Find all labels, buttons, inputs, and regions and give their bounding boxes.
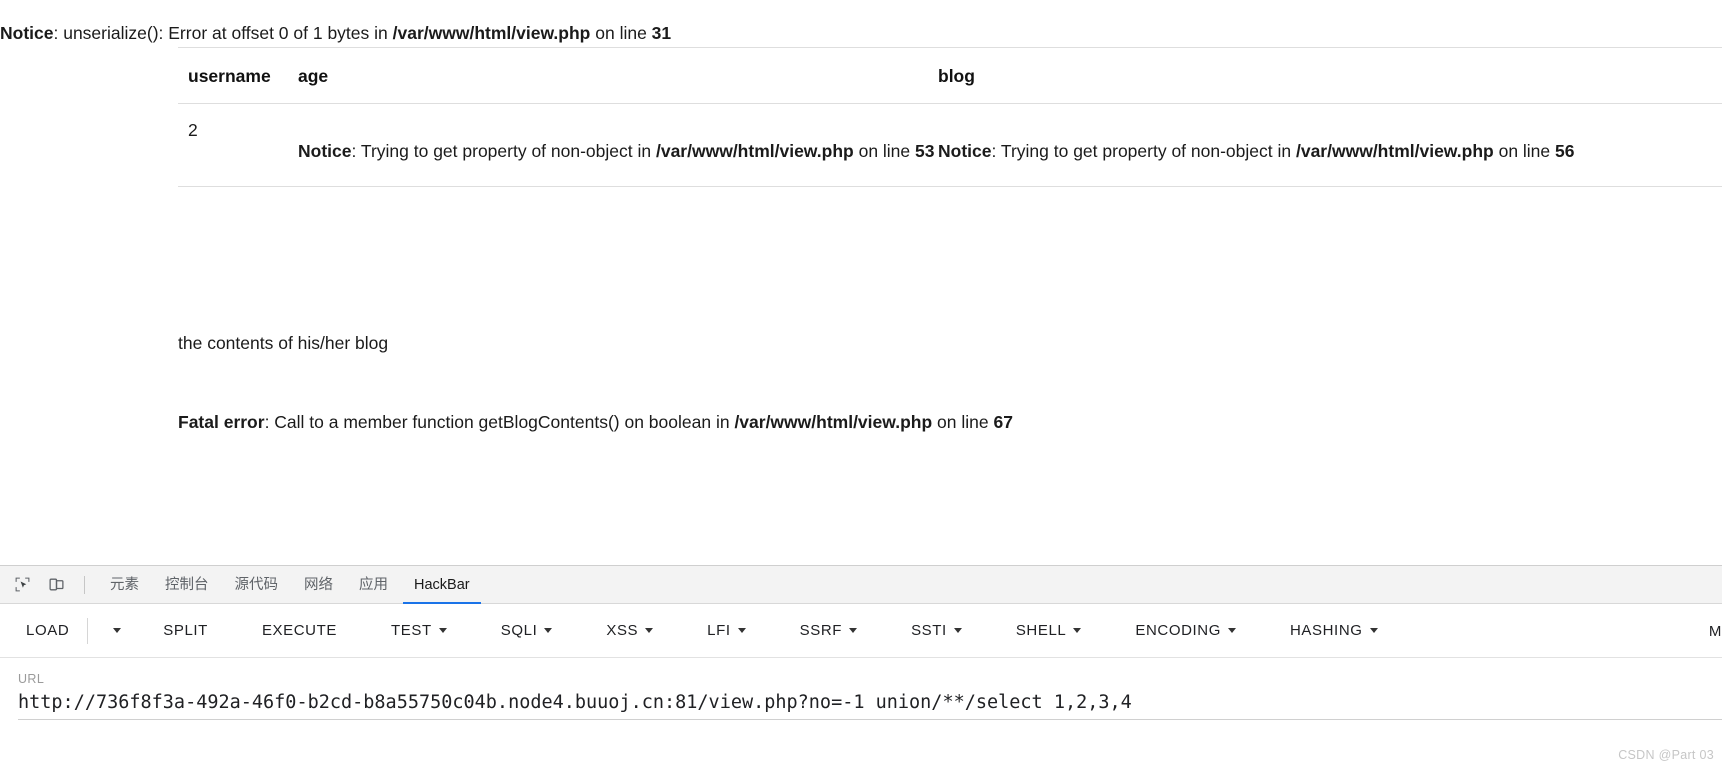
fatal-message: Call to a member function getBlogContent… (274, 412, 735, 432)
notice-line-number: 53 (915, 141, 935, 161)
hackbar-toolbar: LOAD SPLIT EXECUTE TEST SQLI XSS LFI SSR… (0, 604, 1722, 658)
hackbar-ssrf-label: SSRF (799, 622, 843, 639)
url-input[interactable] (18, 692, 1722, 720)
column-header-username: username (178, 47, 288, 104)
column-header-age: age (288, 47, 928, 104)
hackbar-ssrf-menu[interactable]: SSRF (796, 616, 861, 645)
notice-sep: : (351, 141, 361, 161)
cell-username: 2 (178, 103, 288, 187)
tab-application[interactable]: 应用 (346, 566, 401, 604)
column-header-blog: blog (928, 47, 1722, 104)
hackbar-load-button[interactable]: LOAD (22, 616, 73, 645)
tab-sources[interactable]: 源代码 (222, 566, 292, 604)
notice-sep: : (991, 141, 1001, 161)
chevron-down-icon (953, 628, 962, 633)
notice-label: Notice (298, 141, 352, 161)
hackbar-execute-button[interactable]: EXECUTE (258, 616, 341, 645)
device-toolbar-icon[interactable] (42, 571, 70, 599)
hackbar-split-button[interactable]: SPLIT (159, 616, 212, 645)
hackbar-load-dropdown[interactable] (102, 622, 125, 639)
chevron-down-icon (737, 628, 746, 633)
chevron-down-icon (1073, 628, 1082, 633)
fatal-line-number: 67 (993, 412, 1013, 432)
notice-file-path: /var/www/html/view.php (392, 23, 591, 43)
fatal-sep: : (264, 412, 275, 432)
chevron-down-icon (645, 628, 654, 633)
browser-page-content: Notice: unserialize(): Error at offset 0… (0, 0, 1722, 565)
devtools-tabbar: 元素 控制台 源代码 网络 应用 HackBar (0, 566, 1722, 604)
table-header-row: username age blog (178, 47, 1722, 104)
hackbar-encoding-menu[interactable]: ENCODING (1131, 616, 1240, 645)
blog-contents-text: the contents of his/her blog (178, 333, 389, 353)
hackbar-shell-menu[interactable]: SHELL (1012, 616, 1086, 645)
tab-console[interactable]: 控制台 (152, 566, 222, 604)
chevron-down-icon (1227, 628, 1236, 633)
chevron-down-icon (438, 628, 447, 633)
notice-file-path: /var/www/html/view.php (1295, 141, 1494, 161)
notice-message: Trying to get property of non-object in (1000, 141, 1296, 161)
php-notice-unserialize: Notice: unserialize(): Error at offset 0… (0, 22, 671, 46)
hackbar-hashing-label: HASHING (1289, 622, 1363, 639)
cell-age: Notice: Trying to get property of non-ob… (288, 103, 934, 187)
notice-online-text: on line (590, 23, 652, 43)
device-toolbar-glyph (48, 578, 64, 591)
hackbar-sqli-label: SQLI (500, 622, 538, 639)
notice-online-text: on line (853, 141, 916, 161)
fatal-file-path: /var/www/html/view.php (734, 412, 933, 432)
notice-file-path: /var/www/html/view.php (655, 141, 854, 161)
hackbar-ssti-label: SSTI (911, 622, 947, 639)
hackbar-url-zone: URL (0, 658, 1722, 720)
query-result-table: username age blog 2 Notice: Trying to ge… (178, 47, 1722, 187)
hackbar-shell-label: SHELL (1015, 622, 1067, 639)
php-fatal-error: Fatal error: Call to a member function g… (178, 411, 1013, 435)
hackbar-test-label: TEST (391, 622, 432, 639)
toolbar-divider (84, 575, 85, 594)
hackbar-hashing-menu[interactable]: HASHING (1286, 616, 1382, 645)
fatal-online-text: on line (932, 412, 994, 432)
chevron-down-icon (1369, 628, 1378, 633)
hackbar-sqli-menu[interactable]: SQLI (497, 616, 557, 645)
inspect-element-icon[interactable] (8, 571, 36, 599)
hackbar-lfi-label: LFI (707, 622, 731, 639)
notice-line-number: 31 (651, 23, 672, 43)
table-head: username age blog (178, 47, 1722, 104)
hackbar-lfi-menu[interactable]: LFI (703, 616, 749, 645)
watermark-text: CSDN @Part 03 (1618, 748, 1714, 762)
notice-label: Notice (938, 141, 992, 161)
hackbar-overflow-button[interactable]: M (1709, 604, 1722, 657)
tab-network[interactable]: 网络 (291, 566, 346, 604)
notice-message: Trying to get property of non-object in (360, 141, 656, 161)
notice-online-text: on line (1493, 141, 1556, 161)
notice-message: unserialize(): Error at offset 0 of 1 by… (63, 23, 393, 43)
devtools-panel: 元素 控制台 源代码 网络 应用 HackBar LOAD SPLIT EXEC… (0, 565, 1722, 765)
notice-line-number: 56 (1555, 141, 1575, 161)
tab-elements[interactable]: 元素 (97, 566, 152, 604)
load-divider (87, 617, 89, 644)
hackbar-xss-menu[interactable]: XSS (602, 616, 657, 645)
url-field-label: URL (18, 672, 45, 686)
chevron-down-icon (849, 628, 858, 633)
notice-sep: : (53, 23, 64, 43)
cell-blog: Notice: Trying to get property of non-ob… (928, 103, 1722, 187)
php-notice-blog: Notice: Trying to get property of non-ob… (938, 120, 1722, 162)
chevron-down-icon (544, 628, 553, 633)
hackbar-test-menu[interactable]: TEST (387, 616, 451, 645)
table-body: 2 Notice: Trying to get property of non-… (178, 103, 1722, 187)
hackbar-ssti-menu[interactable]: SSTI (907, 616, 966, 645)
tab-hackbar[interactable]: HackBar (401, 566, 483, 604)
screenshot-root: Notice: unserialize(): Error at offset 0… (0, 0, 1722, 765)
inspect-element-glyph (15, 577, 29, 592)
table-row: 2 Notice: Trying to get property of non-… (178, 103, 1722, 187)
php-notice-age: Notice: Trying to get property of non-ob… (298, 120, 934, 162)
hackbar-encoding-label: ENCODING (1135, 622, 1221, 639)
chevron-down-icon (113, 628, 122, 633)
notice-label: Notice (0, 23, 54, 43)
fatal-label: Fatal error (178, 412, 265, 432)
hackbar-xss-label: XSS (606, 622, 639, 639)
